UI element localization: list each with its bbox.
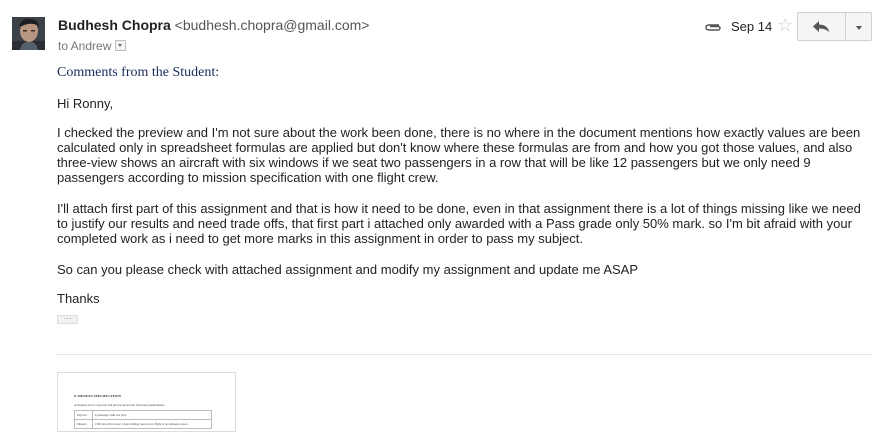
recipient-line: to Andrew bbox=[58, 39, 127, 53]
show-trimmed-content-button[interactable]: ··· bbox=[57, 315, 78, 324]
attachment-divider bbox=[57, 354, 872, 355]
paperclip-icon bbox=[704, 20, 722, 32]
table-cell: 1500 nm with at least 1 hour holding res… bbox=[91, 419, 213, 429]
more-actions-button[interactable] bbox=[845, 12, 872, 41]
comments-heading: Comments from the Student: bbox=[57, 65, 220, 80]
recipient-label: to Andrew bbox=[58, 39, 112, 53]
table-row: Mission 1500 nm with at least 1 hour hol… bbox=[74, 419, 213, 429]
small-dropdown-icon[interactable] bbox=[115, 40, 127, 51]
table-cell: 9 passenger with one pilot bbox=[91, 410, 213, 420]
signoff: Thanks bbox=[57, 291, 100, 306]
avatar bbox=[12, 17, 45, 50]
greeting: Hi Ronny, bbox=[57, 96, 114, 111]
body-paragraph-1: I checked the preview and I'm not sure a… bbox=[57, 125, 861, 185]
sender-email: <budhesh.chopra@gmail.com> bbox=[174, 17, 370, 33]
table-cell: Payload bbox=[74, 410, 93, 420]
attachment-table: Payload 9 passenger with one pilot Missi… bbox=[74, 410, 213, 429]
message-date: Sep 14 bbox=[731, 19, 773, 34]
attachment-heading: 8. MISSION SPECIFICATION bbox=[74, 394, 122, 398]
reply-arrow-icon bbox=[813, 21, 829, 32]
reply-button[interactable] bbox=[797, 12, 846, 41]
attachment-thumbnail[interactable]: 8. MISSION SPECIFICATION A business jet … bbox=[57, 372, 236, 432]
body-paragraph-3: So can you please check with attached as… bbox=[57, 262, 639, 277]
table-row: Payload 9 passenger with one pilot bbox=[74, 410, 213, 420]
table-cell: Mission bbox=[74, 419, 93, 429]
sender-name[interactable]: Budhesh Chopra bbox=[58, 17, 171, 33]
sender-line: Budhesh Chopra <budhesh.chopra@gmail.com… bbox=[58, 17, 369, 33]
star-icon[interactable]: ☆ bbox=[777, 15, 793, 35]
attachment-intro: A business jet for corporate and private… bbox=[74, 403, 165, 407]
body-paragraph-2: I'll attach first part of this assignmen… bbox=[57, 201, 861, 246]
